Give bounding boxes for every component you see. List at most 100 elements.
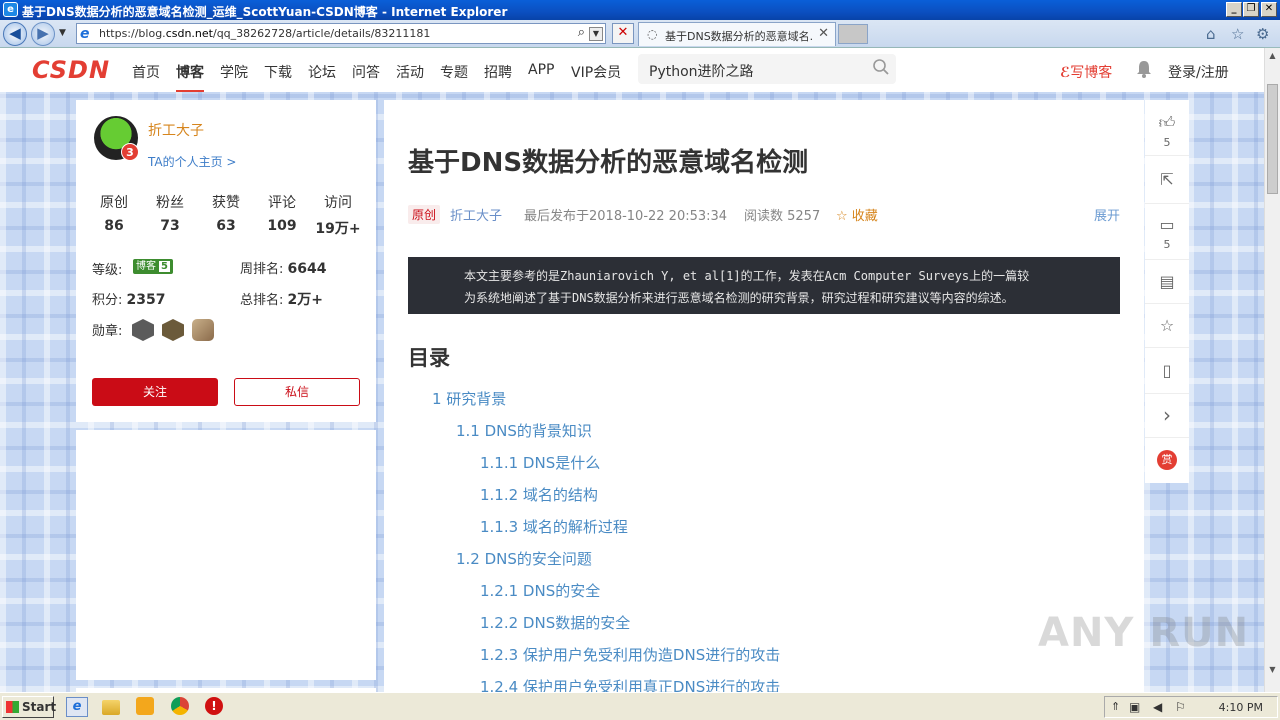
action-center-flag-icon[interactable]: ⚐ xyxy=(1175,700,1186,714)
address-dropdown-icon[interactable]: ▼ xyxy=(589,27,603,41)
share-button[interactable]: ⇱ xyxy=(1145,156,1189,204)
directory-button[interactable]: ▤ xyxy=(1145,260,1189,304)
site-search-input[interactable]: Python进阶之路 xyxy=(638,54,896,84)
address-url[interactable]: https://blog.csdn.net/qq_38262728/articl… xyxy=(99,27,430,40)
restore-button[interactable]: ❐ xyxy=(1243,2,1259,17)
stop-icon[interactable]: ✕ xyxy=(612,23,634,44)
ie-logo-icon: e xyxy=(3,2,18,17)
star-icon: ☆ xyxy=(1159,316,1175,335)
site-header: CSDN 首页 博客 学院 下载 论坛 问答 活动 专题 招聘 APP VIP会… xyxy=(0,48,1264,93)
folder-taskbar-icon[interactable] xyxy=(102,700,120,715)
tab-close-icon[interactable]: ✕ xyxy=(818,26,829,41)
search-icon[interactable]: ⌕ xyxy=(578,25,585,40)
collect-button[interactable]: ☆ xyxy=(1145,304,1189,348)
nav-topics[interactable]: 专题 xyxy=(440,62,468,82)
back-icon[interactable]: ◀ xyxy=(3,22,27,46)
nav-home[interactable]: 首页 xyxy=(132,62,160,82)
document-icon: ▤ xyxy=(1159,272,1175,291)
bell-icon[interactable] xyxy=(1136,60,1152,78)
tools-icon[interactable]: ⚙ xyxy=(1256,25,1269,43)
magnifier-icon[interactable] xyxy=(872,58,890,76)
new-tab-button[interactable] xyxy=(838,24,868,44)
loading-spinner-icon: ◌ xyxy=(647,27,658,41)
vertical-scrollbar[interactable]: ▲ ▼ xyxy=(1264,48,1280,692)
persistence-medal-icon[interactable] xyxy=(162,319,184,341)
toc-item[interactable]: 1.2.2 DNS数据的安全 xyxy=(480,612,630,633)
favorite-button[interactable]: ☆ 收藏 xyxy=(836,205,878,224)
nav-blog[interactable]: 博客 xyxy=(176,62,204,93)
security-app-taskbar-icon[interactable]: ! xyxy=(205,697,223,715)
ie-taskbar-icon[interactable]: e xyxy=(66,697,88,717)
comment-icon: ▭ xyxy=(1159,215,1175,234)
phone-icon: ▯ xyxy=(1162,361,1172,380)
toc-item[interactable]: 1.2.4 保护用户免受利用真正DNS进行的攻击 xyxy=(480,676,780,692)
nav-events[interactable]: 活动 xyxy=(396,62,424,82)
summary-line-2: 为系统地阐述了基于DNS数据分析来进行恶意域名检测的研究背景，研究过程和研究建议… xyxy=(464,291,1014,305)
blog-level-badge[interactable]: 博客 5 xyxy=(133,259,173,274)
comment-button[interactable]: ▭ 5 xyxy=(1145,204,1189,260)
nav-forum[interactable]: 论坛 xyxy=(308,62,336,82)
close-window-button[interactable]: ✕ xyxy=(1261,2,1277,17)
nav-vip[interactable]: VIP会员 xyxy=(571,62,621,82)
stat-comments: 评论 109 xyxy=(267,195,297,234)
stat-fans[interactable]: 粉丝 73 xyxy=(142,192,198,234)
csdn-logo[interactable]: CSDN xyxy=(32,56,110,84)
write-blog-button[interactable]: ℰ写博客 xyxy=(1060,62,1112,82)
summary-line-1: 本文主要参考的是Zhauniarovich Y, et al[1]的工作，发表在… xyxy=(464,269,1030,283)
network-icon[interactable]: ▣ xyxy=(1129,700,1140,714)
toc-item[interactable]: 1 研究背景 xyxy=(432,388,506,409)
scroll-medal-icon[interactable] xyxy=(192,319,214,341)
expand-link[interactable]: 展开 xyxy=(1094,205,1120,224)
favorites-icon[interactable]: ☆ xyxy=(1231,25,1244,43)
minimize-button[interactable]: _ xyxy=(1226,2,1242,17)
chrome-taskbar-icon[interactable] xyxy=(171,697,189,715)
mobile-view-button[interactable]: ▯ xyxy=(1145,348,1189,394)
private-message-button[interactable]: 私信 xyxy=(234,378,360,406)
author-home-link[interactable]: TA的个人主页 > xyxy=(148,153,236,170)
next-button[interactable]: › xyxy=(1145,394,1189,438)
nav-jobs[interactable]: 招聘 xyxy=(484,62,512,82)
nav-app[interactable]: APP xyxy=(528,62,554,78)
pen-icon: ℰ xyxy=(1060,65,1071,81)
volume-icon[interactable]: ◀ xyxy=(1153,700,1162,714)
scroll-thumb[interactable] xyxy=(1267,84,1278,194)
login-register-link[interactable]: 登录/注册 xyxy=(1168,62,1229,82)
forward-icon[interactable]: ▶ xyxy=(31,22,55,46)
like-button[interactable]: 👍︎ 5 xyxy=(1145,100,1189,156)
author-profile-card: 3 折工大子 TA的个人主页 > 原创 86 粉丝 73 获赞 63 评论 109 访问… xyxy=(76,100,376,422)
address-bar[interactable]: e https://blog.csdn.net/qq_38262728/arti… xyxy=(76,23,606,44)
toc-item[interactable]: 1.2.1 DNS的安全 xyxy=(480,580,600,601)
scroll-down-icon[interactable]: ▼ xyxy=(1265,662,1280,678)
media-player-taskbar-icon[interactable] xyxy=(136,697,154,715)
nav-academy[interactable]: 学院 xyxy=(220,62,248,82)
avatar[interactable]: 3 xyxy=(94,116,139,161)
stat-original[interactable]: 原创 86 xyxy=(86,192,142,234)
start-button[interactable]: Start xyxy=(2,696,56,718)
scroll-up-icon[interactable]: ▲ xyxy=(1265,48,1280,64)
page-favicon-icon: e xyxy=(80,26,90,42)
home-icon[interactable]: ⌂ xyxy=(1206,25,1216,43)
article-author-link[interactable]: 折工大子 xyxy=(450,205,502,224)
level-label: 等级: xyxy=(92,263,123,278)
article-title: 基于DNS数据分析的恶意域名检测 xyxy=(408,148,809,178)
follow-button[interactable]: 关注 xyxy=(92,378,218,406)
nav-download[interactable]: 下载 xyxy=(264,62,292,82)
toc-item[interactable]: 1.1.1 DNS是什么 xyxy=(480,452,600,473)
toc-item[interactable]: 1.2 DNS的安全问题 xyxy=(456,548,592,569)
toc-item[interactable]: 1.1.2 域名的结构 xyxy=(480,484,598,505)
article-side-toolbar: 👍︎ 5 ⇱ ▭ 5 ▤ ☆ ▯ › 赏 xyxy=(1145,100,1189,483)
tray-expand-icon[interactable]: ⇑ xyxy=(1111,700,1120,713)
browser-tab[interactable]: ◌ 基于DNS数据分析的恶意域名... ✕ xyxy=(638,22,836,46)
window-title-bar: e 基于DNS数据分析的恶意域名检测_运维_ScottYuan-CSDN博客 -… xyxy=(0,0,1280,20)
nav-qa[interactable]: 问答 xyxy=(352,62,380,82)
toc-item[interactable]: 1.1.3 域名的解析过程 xyxy=(480,516,628,537)
level-badge: 3 xyxy=(121,143,139,161)
chevron-right-icon: › xyxy=(1163,403,1171,427)
history-dropdown-icon[interactable]: ▼ xyxy=(59,28,66,38)
toc-item[interactable]: 1.2.3 保护用户免受利用伪造DNS进行的攻击 xyxy=(480,644,780,665)
reward-button[interactable]: 赏 xyxy=(1145,438,1189,483)
system-clock[interactable]: 4:10 PM xyxy=(1219,701,1263,714)
toc-item[interactable]: 1.1 DNS的背景知识 xyxy=(456,420,592,441)
author-name[interactable]: 折工大子 xyxy=(148,120,204,140)
github-medal-icon[interactable] xyxy=(132,319,154,341)
